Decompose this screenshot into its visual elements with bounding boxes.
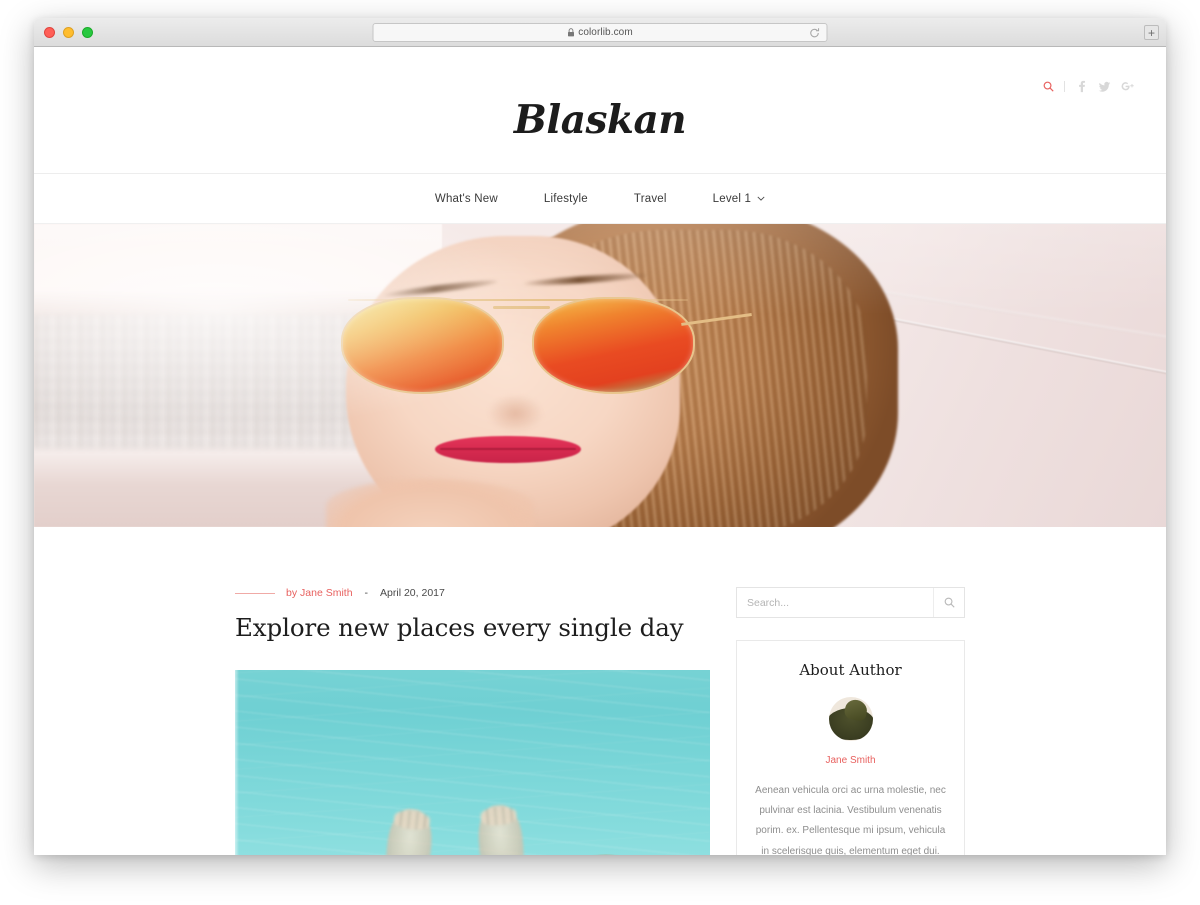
address-bar[interactable]: colorlib.com <box>372 23 828 42</box>
sunglasses-bridge <box>493 306 551 310</box>
url-text: colorlib.com <box>578 27 633 38</box>
sunglasses <box>341 296 752 394</box>
nav-item-lifestyle[interactable]: Lifestyle <box>521 193 611 205</box>
about-author-widget: About Author Jane Smith Aenean vehicula … <box>736 640 965 855</box>
search-icon[interactable] <box>1043 81 1054 92</box>
page-viewport: Blaskan What's New Lifestyle Travel Leve… <box>34 47 1166 855</box>
meta-rule <box>235 592 275 594</box>
google-plus-icon[interactable] <box>1121 80 1134 93</box>
hero-banner <box>34 224 1166 527</box>
utility-divider <box>1064 81 1065 92</box>
nav-item-travel[interactable]: Travel <box>611 193 690 205</box>
author-bio: Aenean vehicula orci ac urna molestie, n… <box>755 785 946 855</box>
hero-subject <box>294 224 899 527</box>
content-area: by Jane Smith - April 20, 2017 Explore n… <box>34 527 1166 855</box>
lip-line <box>440 448 576 450</box>
site-logo[interactable]: Blaskan <box>34 97 1166 143</box>
address-bar-content: colorlib.com <box>567 27 633 38</box>
minimize-window-button[interactable] <box>63 27 74 38</box>
search-widget <box>736 587 965 618</box>
post-featured-image[interactable] <box>235 669 710 855</box>
twitter-icon[interactable] <box>1098 80 1111 93</box>
sunglasses-lens-right <box>532 296 696 394</box>
search-input[interactable] <box>737 588 933 617</box>
site-header: Blaskan <box>34 47 1166 174</box>
chevron-down-icon <box>757 196 765 201</box>
post-meta-separator: - <box>364 587 369 599</box>
window-controls <box>44 27 93 38</box>
nav-item-label: What's New <box>434 192 498 205</box>
avatar <box>828 697 873 741</box>
author-name-link[interactable]: Jane Smith <box>754 755 947 766</box>
nav-item-level-1[interactable]: Level 1 <box>690 193 788 205</box>
content-inner: by Jane Smith - April 20, 2017 Explore n… <box>235 587 965 855</box>
featured-post: by Jane Smith - April 20, 2017 Explore n… <box>235 587 710 855</box>
pool-ripples <box>235 669 710 855</box>
post-meta: by Jane Smith - April 20, 2017 <box>235 587 710 599</box>
browser-titlebar: colorlib.com + <box>34 18 1166 47</box>
search-icon <box>944 597 955 608</box>
nose <box>487 393 545 434</box>
pool-edge <box>235 669 239 855</box>
sidebar: About Author Jane Smith Aenean vehicula … <box>736 587 965 855</box>
post-by-label: by <box>286 587 298 599</box>
browser-window: colorlib.com + Blaskan What's New Lifest… <box>34 18 1166 855</box>
new-tab-button[interactable]: + <box>1144 25 1159 40</box>
post-author[interactable]: by Jane Smith <box>286 587 353 599</box>
post-title[interactable]: Explore new places every single day <box>235 613 710 644</box>
new-tab-label: + <box>1147 25 1155 40</box>
lock-icon <box>567 28 574 37</box>
nav-item-label: Level 1 <box>712 192 752 205</box>
header-utilities <box>1043 80 1134 93</box>
post-date: April 20, 2017 <box>380 587 445 599</box>
reload-icon[interactable] <box>809 27 821 39</box>
facebook-icon[interactable] <box>1075 80 1088 93</box>
post-author-name: Jane Smith <box>300 587 353 599</box>
nav-item-whats-new[interactable]: What's New <box>412 193 521 205</box>
maximize-window-button[interactable] <box>82 27 93 38</box>
toes-right <box>479 805 518 827</box>
sunglasses-lens-left <box>341 296 505 394</box>
nav-item-label: Lifestyle <box>543 192 588 205</box>
hero-image <box>34 224 1166 527</box>
main-navigation: What's New Lifestyle Travel Level 1 <box>34 174 1166 224</box>
nav-item-label: Travel <box>633 192 667 205</box>
shoulder <box>325 478 534 527</box>
search-submit-button[interactable] <box>933 588 964 617</box>
close-window-button[interactable] <box>44 27 55 38</box>
about-author-title: About Author <box>799 661 902 679</box>
